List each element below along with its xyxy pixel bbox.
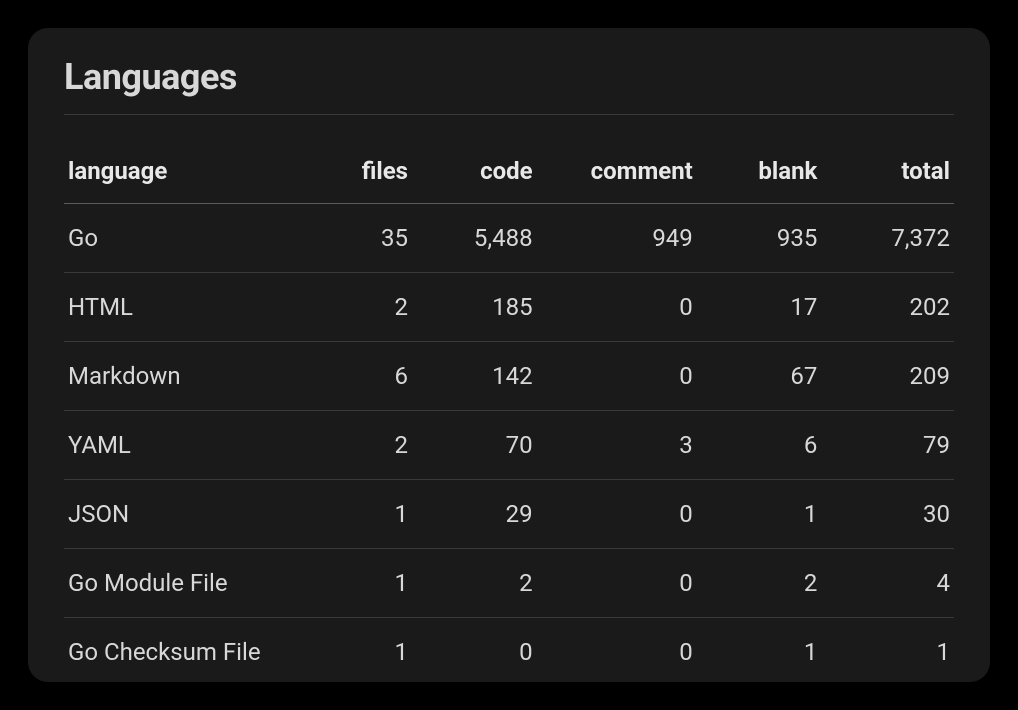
cell-files: 1 <box>331 618 420 687</box>
column-header-language: language <box>64 143 331 204</box>
cell-total: 1 <box>829 618 954 687</box>
table-row: HTML 2 185 0 17 202 <box>64 273 954 342</box>
column-header-code: code <box>420 143 545 204</box>
table-header-row: language files code comment blank total <box>64 143 954 204</box>
cell-blank: 6 <box>705 411 830 480</box>
cell-comment: 0 <box>545 480 705 549</box>
table-row: Go Checksum File 1 0 0 1 1 <box>64 618 954 687</box>
cell-files: 35 <box>331 204 420 273</box>
languages-card: Languages language files code comment bl… <box>28 28 990 682</box>
cell-code: 29 <box>420 480 545 549</box>
languages-table: language files code comment blank total … <box>64 143 954 686</box>
cell-files: 1 <box>331 480 420 549</box>
cell-total: 202 <box>829 273 954 342</box>
table-body: Go 35 5,488 949 935 7,372 HTML 2 185 0 1… <box>64 204 954 687</box>
cell-blank: 1 <box>705 618 830 687</box>
cell-code: 2 <box>420 549 545 618</box>
cell-files: 2 <box>331 273 420 342</box>
column-header-comment: comment <box>545 143 705 204</box>
table-row: Go Module File 1 2 0 2 4 <box>64 549 954 618</box>
cell-files: 2 <box>331 411 420 480</box>
cell-total: 4 <box>829 549 954 618</box>
cell-code: 5,488 <box>420 204 545 273</box>
cell-total: 7,372 <box>829 204 954 273</box>
cell-language: YAML <box>64 411 331 480</box>
cell-language: Go Module File <box>64 549 331 618</box>
cell-code: 70 <box>420 411 545 480</box>
table-wrapper: language files code comment blank total … <box>64 115 954 686</box>
cell-language: Go <box>64 204 331 273</box>
cell-code: 185 <box>420 273 545 342</box>
column-header-blank: blank <box>705 143 830 204</box>
table-row: Markdown 6 142 0 67 209 <box>64 342 954 411</box>
cell-comment: 949 <box>545 204 705 273</box>
cell-language: HTML <box>64 273 331 342</box>
cell-total: 79 <box>829 411 954 480</box>
cell-comment: 0 <box>545 549 705 618</box>
cell-total: 30 <box>829 480 954 549</box>
table-row: Go 35 5,488 949 935 7,372 <box>64 204 954 273</box>
card-title: Languages <box>64 56 954 115</box>
cell-comment: 0 <box>545 618 705 687</box>
cell-files: 6 <box>331 342 420 411</box>
table-row: JSON 1 29 0 1 30 <box>64 480 954 549</box>
cell-blank: 935 <box>705 204 830 273</box>
cell-language: Markdown <box>64 342 331 411</box>
cell-blank: 2 <box>705 549 830 618</box>
column-header-files: files <box>331 143 420 204</box>
cell-language: JSON <box>64 480 331 549</box>
cell-comment: 0 <box>545 273 705 342</box>
cell-total: 209 <box>829 342 954 411</box>
cell-blank: 67 <box>705 342 830 411</box>
cell-comment: 3 <box>545 411 705 480</box>
cell-code: 142 <box>420 342 545 411</box>
column-header-total: total <box>829 143 954 204</box>
cell-code: 0 <box>420 618 545 687</box>
cell-blank: 17 <box>705 273 830 342</box>
cell-files: 1 <box>331 549 420 618</box>
cell-comment: 0 <box>545 342 705 411</box>
table-row: YAML 2 70 3 6 79 <box>64 411 954 480</box>
cell-language: Go Checksum File <box>64 618 331 687</box>
cell-blank: 1 <box>705 480 830 549</box>
